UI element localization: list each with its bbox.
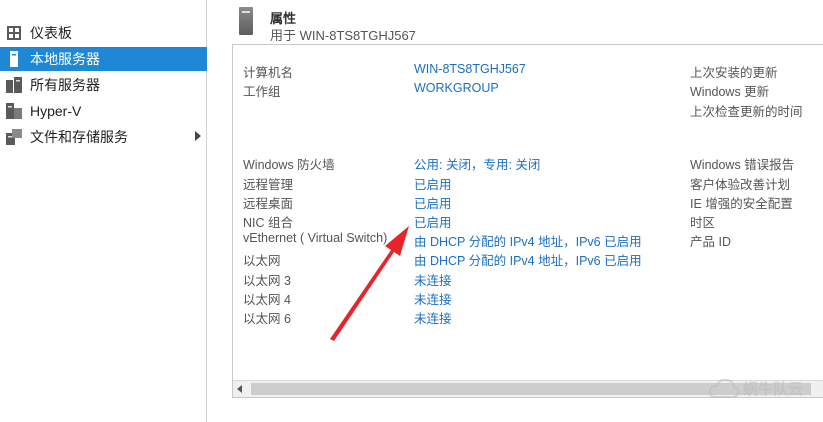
prop-label: 以太网 4 — [243, 293, 291, 307]
prop-label-last-checked: 上次检查更新的时间 — [690, 105, 803, 119]
prop-label: 远程管理 — [243, 178, 294, 192]
prop-label: 以太网 — [243, 254, 281, 268]
sidebar-item-label: Hyper-V — [30, 103, 82, 119]
sidebar-item-all-servers[interactable]: 所有服务器 — [0, 73, 207, 97]
dashboard-icon — [6, 25, 22, 41]
prop-label-windows-update: Windows 更新 — [690, 85, 770, 99]
properties-header: 属性 用于 WIN-8TS8TGHJ567 — [232, 0, 823, 44]
prop-label: 以太网 6 — [243, 312, 291, 326]
prop-value-ethernet-3[interactable]: 未连接 — [414, 270, 452, 289]
prop-value-nic-teaming[interactable]: 已启用 — [414, 212, 452, 231]
prop-label-error-reporting: Windows 错误报告 — [690, 158, 795, 172]
prop-label-ceip: 客户体验改善计划 — [690, 178, 791, 192]
sidebar: 仪表板 本地服务器 所有服务器 Hyper-V 文件和存储服务 — [0, 0, 207, 422]
page-subtitle: 用于 WIN-8TS8TGHJ567 — [270, 28, 416, 43]
sidebar-item-file-storage[interactable]: 文件和存储服务 — [0, 125, 207, 149]
sidebar-item-hyper-v[interactable]: Hyper-V — [0, 99, 207, 123]
cloud-icon — [708, 378, 740, 398]
prop-value-remote-management[interactable]: 已启用 — [414, 174, 452, 193]
watermark: 蜗牛队云 — [708, 377, 803, 399]
prop-value-computer-name[interactable]: WIN-8TS8TGHJ567 — [414, 62, 526, 76]
prop-label: 工作组 — [243, 85, 281, 99]
servers-icon — [6, 77, 22, 93]
storage-icon — [6, 129, 22, 145]
prop-label-time-zone: 时区 — [690, 216, 716, 230]
hyperv-icon — [6, 103, 22, 119]
sidebar-item-local-server[interactable]: 本地服务器 — [0, 47, 207, 71]
sidebar-item-label: 文件和存储服务 — [30, 129, 128, 145]
prop-label-product-id: 产品 ID — [690, 235, 731, 249]
sidebar-item-dashboard[interactable]: 仪表板 — [0, 21, 207, 45]
server-icon — [239, 7, 253, 35]
prop-value-remote-desktop[interactable]: 已启用 — [414, 193, 452, 212]
prop-value-firewall[interactable]: 公用: 关闭，专用: 关闭 — [414, 154, 540, 173]
prop-label: 计算机名 — [243, 66, 294, 80]
scroll-left-icon[interactable] — [237, 385, 242, 393]
prop-label: 以太网 3 — [243, 274, 291, 288]
sidebar-item-label: 所有服务器 — [30, 77, 100, 93]
chevron-right-icon[interactable] — [195, 131, 201, 141]
prop-value-vethernet[interactable]: 由 DHCP 分配的 IPv4 地址，IPv6 已启用 — [414, 231, 642, 250]
prop-label: vEthernet ( Virtual Switch) — [243, 231, 388, 245]
prop-label: Windows 防火墙 — [243, 158, 335, 172]
prop-label: 远程桌面 — [243, 197, 294, 211]
prop-value-ethernet[interactable]: 由 DHCP 分配的 IPv4 地址，IPv6 已启用 — [414, 250, 642, 269]
prop-value-ethernet-4[interactable]: 未连接 — [414, 289, 452, 308]
prop-value-workgroup[interactable]: WORKGROUP — [414, 81, 499, 95]
prop-label: NIC 组合 — [243, 216, 294, 230]
sidebar-item-label: 本地服务器 — [30, 51, 100, 67]
prop-label-last-installed-updates: 上次安装的更新 — [690, 66, 778, 80]
prop-value-ethernet-6[interactable]: 未连接 — [414, 308, 452, 327]
sidebar-item-label: 仪表板 — [30, 25, 72, 41]
properties-panel: 计算机名 WIN-8TS8TGHJ567 工作组 WORKGROUP Windo… — [232, 44, 823, 398]
server-icon — [6, 51, 22, 67]
watermark-text: 蜗牛队云 — [743, 380, 804, 398]
prop-label-ie-esc: IE 增强的安全配置 — [690, 197, 793, 211]
